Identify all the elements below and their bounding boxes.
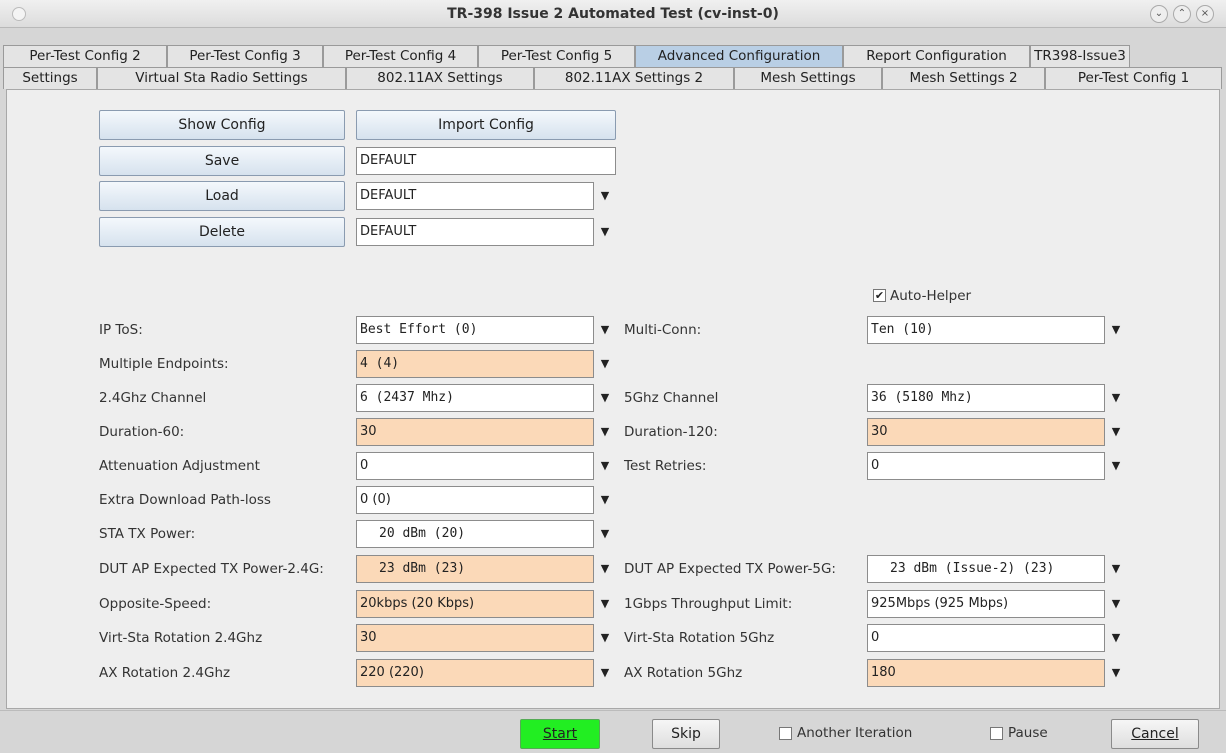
chevron-down-icon[interactable]: ▼ — [594, 520, 616, 548]
multiple-endpoints-select[interactable]: 4 (4) — [356, 350, 594, 378]
save-button[interactable]: Save — [99, 146, 345, 176]
tab-mesh-settings-2[interactable]: Mesh Settings 2 — [882, 67, 1045, 89]
multi-conn-select[interactable]: Ten (10) — [867, 316, 1105, 344]
tab-per-test-config-2[interactable]: Per-Test Config 2 — [3, 45, 167, 67]
duration-60-select[interactable]: 30 — [356, 418, 594, 446]
show-config-button[interactable]: Show Config — [99, 110, 345, 140]
duration-120-select[interactable]: 30 — [867, 418, 1105, 446]
duration-60-label: Duration-60: — [99, 424, 185, 440]
delete-select[interactable]: DEFAULT — [356, 218, 594, 246]
chevron-down-icon[interactable]: ▼ — [594, 182, 616, 210]
virt-sta-rotation-24ghz-label: Virt-Sta Rotation 2.4Ghz — [99, 630, 263, 646]
virt-sta-rotation-5ghz-select[interactable]: 0 — [867, 624, 1105, 652]
ax-rotation-24ghz-select[interactable]: 220 (220) — [356, 659, 594, 687]
test-retries-select[interactable]: 0 — [867, 452, 1105, 480]
advanced-configuration-panel: Show Config Import Config Save DEFAULT L… — [6, 89, 1220, 709]
chevron-down-icon[interactable]: ▼ — [594, 659, 616, 687]
virt-sta-rotation-24ghz-select[interactable]: 30 — [356, 624, 594, 652]
chevron-down-icon[interactable]: ▼ — [594, 218, 616, 246]
tab-per-test-config-3[interactable]: Per-Test Config 3 — [167, 45, 323, 67]
chevron-down-icon[interactable]: ▼ — [1105, 418, 1127, 446]
chevron-down-icon[interactable]: ▼ — [594, 624, 616, 652]
throughput-limit-label: 1Gbps Throughput Limit: — [624, 596, 793, 612]
import-config-button[interactable]: Import Config — [356, 110, 616, 140]
start-button[interactable]: Start — [520, 719, 600, 749]
another-iteration-checkbox[interactable] — [779, 727, 792, 740]
duration-120-label: Duration-120: — [624, 424, 718, 440]
chevron-down-icon[interactable]: ▼ — [1105, 659, 1127, 687]
skip-button[interactable]: Skip — [652, 719, 720, 749]
pause-checkbox[interactable] — [990, 727, 1003, 740]
pause-label: Pause — [1008, 725, 1048, 741]
ip-tos-label: IP ToS: — [99, 322, 143, 338]
save-name-input[interactable]: DEFAULT — [356, 147, 616, 175]
chevron-down-icon[interactable]: ▼ — [594, 418, 616, 446]
attenuation-adjustment-select[interactable]: 0 — [356, 452, 594, 480]
auto-helper-checkbox[interactable]: ✔ — [873, 289, 886, 302]
tab-per-test-config-5[interactable]: Per-Test Config 5 — [478, 45, 635, 67]
close-icon[interactable]: × — [1196, 5, 1214, 23]
title-bar: TR-398 Issue 2 Automated Test (cv-inst-0… — [0, 0, 1226, 28]
minimize-icon[interactable]: ⌄ — [1150, 5, 1168, 23]
tab-80211ax-settings[interactable]: 802.11AX Settings — [346, 67, 534, 89]
extra-download-pathloss-label: Extra Download Path-loss — [99, 492, 271, 508]
tab-per-test-config-1[interactable]: Per-Test Config 1 — [1045, 67, 1222, 89]
delete-button[interactable]: Delete — [99, 217, 345, 247]
multi-conn-label: Multi-Conn: — [624, 322, 702, 338]
multiple-endpoints-label: Multiple Endpoints: — [99, 356, 229, 372]
tab-advanced-configuration[interactable]: Advanced Configuration — [635, 45, 843, 67]
cancel-button-label: Cancel — [1131, 726, 1179, 742]
window-title: TR-398 Issue 2 Automated Test (cv-inst-0… — [447, 6, 779, 22]
tab-80211ax-settings-2[interactable]: 802.11AX Settings 2 — [534, 67, 734, 89]
ip-tos-select[interactable]: Best Effort (0) — [356, 316, 594, 344]
dut-ap-tx-power-5g-select[interactable]: 23 dBm (Issue-2) (23) — [867, 555, 1105, 583]
dut-ap-tx-power-5g-label: DUT AP Expected TX Power-5G: — [624, 561, 836, 577]
chevron-down-icon[interactable]: ▼ — [1105, 624, 1127, 652]
chevron-down-icon[interactable]: ▼ — [594, 555, 616, 583]
opposite-speed-label: Opposite-Speed: — [99, 596, 212, 612]
chevron-down-icon[interactable]: ▼ — [1105, 555, 1127, 583]
tab-report-configuration[interactable]: Report Configuration — [843, 45, 1030, 67]
channel-24ghz-select[interactable]: 6 (2437 Mhz) — [356, 384, 594, 412]
load-select[interactable]: DEFAULT — [356, 182, 594, 210]
chevron-down-icon[interactable]: ▼ — [1105, 384, 1127, 412]
tab-settings[interactable]: Settings — [3, 67, 97, 89]
attenuation-adjustment-label: Attenuation Adjustment — [99, 458, 260, 474]
chevron-down-icon[interactable]: ▼ — [594, 590, 616, 618]
channel-24ghz-label: 2.4Ghz Channel — [99, 390, 207, 406]
dut-ap-tx-power-24g-select[interactable]: 23 dBm (23) — [356, 555, 594, 583]
sta-tx-power-select[interactable]: 20 dBm (20) — [356, 520, 594, 548]
maximize-icon[interactable]: ⌃ — [1173, 5, 1191, 23]
chevron-down-icon[interactable]: ▼ — [594, 452, 616, 480]
virt-sta-rotation-5ghz-label: Virt-Sta Rotation 5Ghz — [624, 630, 775, 646]
tab-virtual-sta-radio-settings[interactable]: Virtual Sta Radio Settings — [97, 67, 346, 89]
dut-ap-tx-power-24g-label: DUT AP Expected TX Power-2.4G: — [99, 561, 324, 577]
start-button-label: Start — [542, 726, 578, 742]
test-retries-label: Test Retries: — [624, 458, 707, 474]
throughput-limit-select[interactable]: 925Mbps (925 Mbps) — [867, 590, 1105, 618]
ax-rotation-5ghz-label: AX Rotation 5Ghz — [624, 665, 743, 681]
tab-per-test-config-4[interactable]: Per-Test Config 4 — [323, 45, 478, 67]
chevron-down-icon[interactable]: ▼ — [594, 384, 616, 412]
chevron-down-icon[interactable]: ▼ — [594, 350, 616, 378]
tab-mesh-settings[interactable]: Mesh Settings — [734, 67, 882, 89]
action-bar: Start Skip Another Iteration Pause Cance… — [0, 710, 1226, 753]
tab-tr398-issue3[interactable]: TR398-Issue3 — [1030, 45, 1130, 67]
another-iteration-label: Another Iteration — [797, 725, 913, 741]
chevron-down-icon[interactable]: ▼ — [594, 486, 616, 514]
ax-rotation-24ghz-label: AX Rotation 2.4Ghz — [99, 665, 231, 681]
channel-5ghz-select[interactable]: 36 (5180 Mhz) — [867, 384, 1105, 412]
chevron-down-icon[interactable]: ▼ — [594, 316, 616, 344]
auto-helper-label: Auto-Helper — [890, 288, 972, 304]
chevron-down-icon[interactable]: ▼ — [1105, 590, 1127, 618]
sta-tx-power-label: STA TX Power: — [99, 526, 196, 542]
chevron-down-icon[interactable]: ▼ — [1105, 452, 1127, 480]
opposite-speed-select[interactable]: 20kbps (20 Kbps) — [356, 590, 594, 618]
ax-rotation-5ghz-select[interactable]: 180 — [867, 659, 1105, 687]
cancel-button[interactable]: Cancel — [1111, 719, 1199, 749]
chevron-down-icon[interactable]: ▼ — [1105, 316, 1127, 344]
load-button[interactable]: Load — [99, 181, 345, 211]
extra-download-pathloss-select[interactable]: 0 (0) — [356, 486, 594, 514]
channel-5ghz-label: 5Ghz Channel — [624, 390, 719, 406]
